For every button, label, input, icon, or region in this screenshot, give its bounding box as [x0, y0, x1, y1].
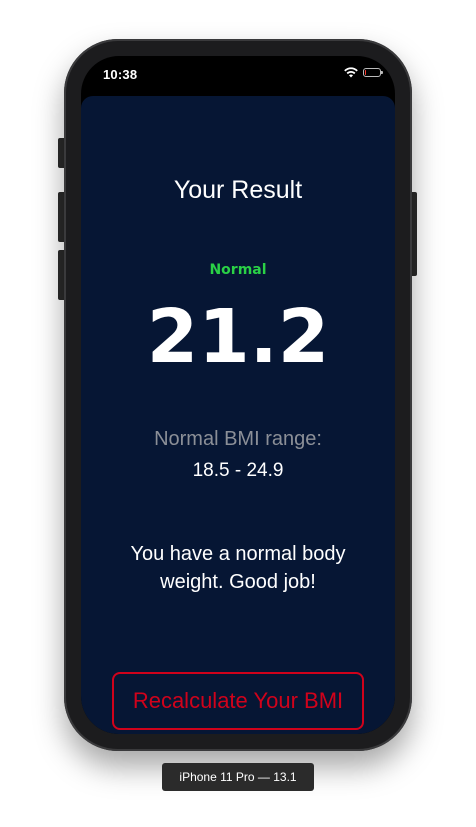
wifi-icon [344, 67, 358, 78]
simulator-stage: 10:38 Your Result Normal 21.2 Normal BMI… [0, 0, 476, 827]
device-label: iPhone 11 Pro — 13.1 [162, 763, 314, 791]
phone-frame: 10:38 Your Result Normal 21.2 Normal BMI… [64, 39, 412, 751]
status-icons [344, 66, 383, 78]
normal-range-value: 18.5 - 24.9 [192, 460, 284, 481]
bmi-status-label: Normal [209, 262, 267, 278]
result-screen: Your Result Normal 21.2 Normal BMI range… [81, 96, 395, 734]
phone-screen: 10:38 Your Result Normal 21.2 Normal BMI… [81, 56, 395, 734]
battery-level-fill [365, 69, 366, 75]
normal-range-label: Normal BMI range: [154, 428, 322, 450]
battery-icon [363, 67, 383, 77]
notch [152, 56, 324, 84]
recalculate-button[interactable]: Recalculate Your BMI [112, 672, 364, 730]
bmi-value: 21.2 [146, 294, 330, 380]
status-time: 10:38 [103, 67, 138, 82]
interpretation-text: You have a normal body weight. Good job! [130, 543, 346, 593]
page-title: Your Result [173, 176, 303, 204]
